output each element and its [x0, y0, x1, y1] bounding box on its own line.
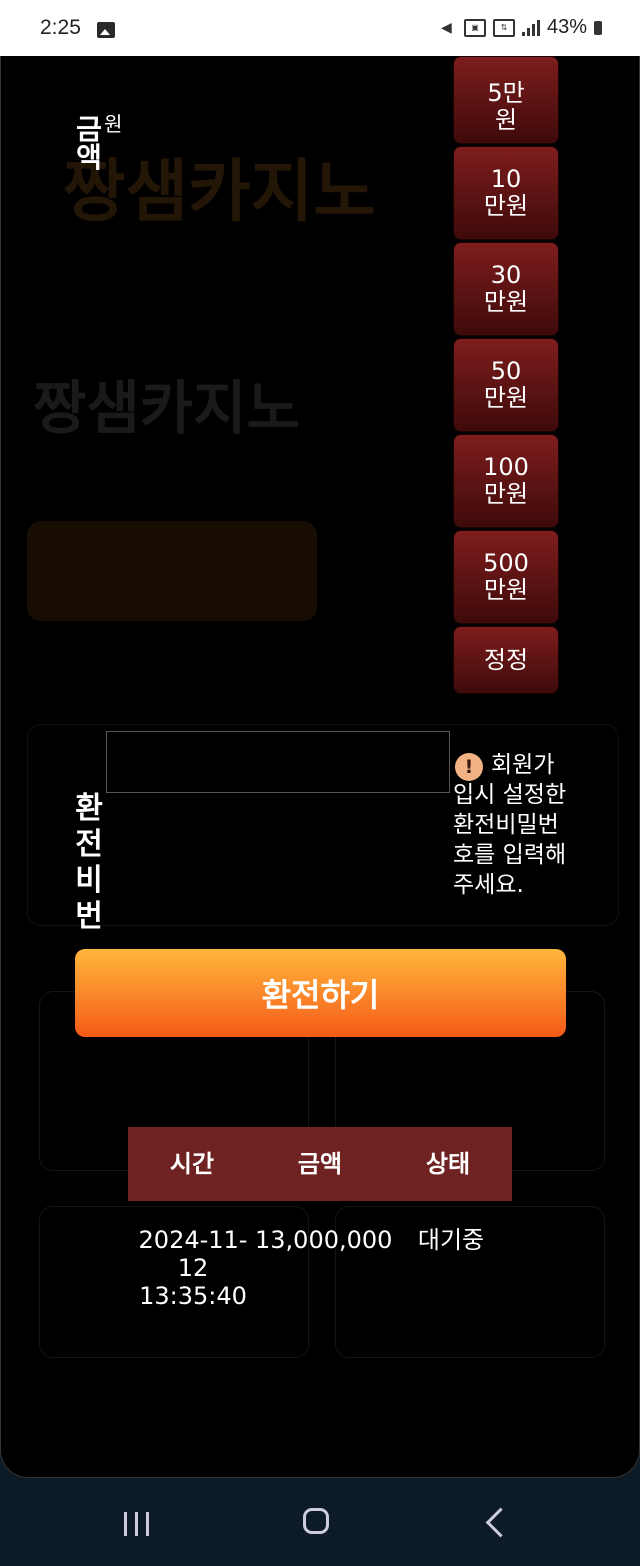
history-cell-amount: 13,000,000 [255, 1226, 393, 1254]
amount-button-500man[interactable]: 500 만원 [453, 530, 559, 624]
exchange-password-input[interactable] [106, 731, 450, 793]
status-time: 2:25 [40, 16, 81, 39]
volte-icon: ▣ [463, 18, 486, 37]
amount-button-30man[interactable]: 30 만원 [453, 242, 559, 336]
exchange-submit-button[interactable]: 환전하기 [75, 949, 566, 1037]
background-logo-secondary: 짱샘카지노 [33, 374, 300, 442]
back-icon[interactable] [485, 1507, 516, 1538]
info-icon: ! [455, 753, 483, 781]
background-logo: 짱샘카지노 [63, 153, 376, 232]
image-icon [97, 22, 115, 38]
status-bar: 2:25 ▣ ⇅ 43% [0, 0, 640, 56]
status-icons: ▣ ⇅ 43% [441, 16, 602, 39]
data-icon: ⇅ [492, 18, 515, 37]
mute-icon [441, 19, 457, 36]
history-table-header: 시간 금액 상태 [128, 1127, 512, 1201]
signal-icon [521, 19, 540, 36]
amount-button-10man[interactable]: 10 만원 [453, 146, 559, 240]
home-icon[interactable] [303, 1508, 329, 1534]
amount-button-50man[interactable]: 50 만원 [453, 338, 559, 432]
history-cell-status: 대기중 [417, 1226, 485, 1254]
history-cell-time: 2024-11-12 13:35:40 [138, 1226, 248, 1310]
amount-label: 금액 [76, 113, 102, 174]
amount-button-100man[interactable]: 100 만원 [453, 434, 559, 528]
recent-apps-icon[interactable] [124, 1512, 152, 1536]
history-header-amount: 금액 [297, 1150, 343, 1178]
amount-reset-button[interactable]: 정정 [453, 626, 559, 694]
background-banner [27, 521, 317, 621]
history-header-status: 상태 [425, 1150, 471, 1178]
battery-percent: 43% [546, 16, 587, 38]
history-header-time: 시간 [169, 1150, 215, 1178]
exchange-password-label: 환전비번 [75, 791, 103, 934]
exchange-panel: 짱샘카지노 짱샘카지노 원 금액 5만 원 10 만원 30 만원 50 만원 … [0, 56, 640, 1478]
battery-icon [594, 20, 602, 35]
system-navigation-bar [0, 1478, 640, 1566]
amount-button-5man[interactable]: 5만 원 [453, 56, 559, 144]
